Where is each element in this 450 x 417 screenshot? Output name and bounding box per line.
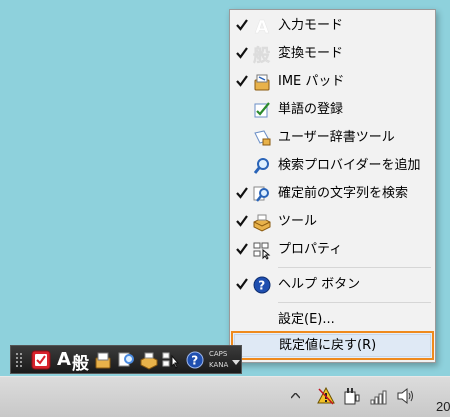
taskbar: 20: [0, 376, 450, 417]
kana-indicator: KANA: [209, 361, 229, 369]
svg-text:A: A: [255, 17, 269, 36]
checkmark-icon: [236, 75, 248, 87]
word-register-icon: [254, 102, 270, 118]
show-hidden-icons-chevron-icon[interactable]: [291, 393, 300, 399]
properties-icon: [253, 242, 271, 260]
checkmark-icon: [236, 187, 248, 199]
menu-item-label: ヘルプ ボタン: [278, 277, 361, 292]
menu-item-label: 確定前の文字列を検索: [278, 186, 409, 201]
help-icon[interactable]: ?: [185, 350, 205, 370]
search-string-icon: [253, 186, 269, 202]
menu-item-conversion-mode[interactable]: 般 変換モード: [230, 40, 435, 68]
ime-context-menu: A 入力モード 般 変換モード IME パッド 単語の登録 ユーザー辞書ツール …: [229, 9, 436, 363]
menu-item-user-dictionary[interactable]: ユーザー辞書ツール: [230, 124, 435, 152]
options-arrow-icon[interactable]: [232, 360, 240, 366]
volume-speaker-icon[interactable]: [396, 387, 416, 405]
checkmark-icon: [236, 215, 248, 227]
power-plug-icon[interactable]: [342, 387, 360, 405]
ime-app-icon[interactable]: [31, 350, 51, 370]
warning-flag-icon[interactable]: [317, 387, 335, 405]
menu-item-restore-defaults[interactable]: 既定値に戻す(R): [231, 331, 434, 360]
ime-pad-icon[interactable]: [93, 350, 113, 370]
conversion-mode-icon: 般: [253, 45, 271, 64]
input-mode-indicator[interactable]: A: [57, 349, 71, 370]
tool-icon: [253, 214, 271, 232]
menu-item-add-search-provider[interactable]: 検索プロバイダーを追加: [230, 152, 435, 180]
menu-item-label: IME パッド: [278, 74, 345, 89]
search-string-icon[interactable]: [117, 350, 137, 370]
ime-language-bar: A 般 ? CAPS KANA: [10, 345, 242, 374]
menu-item-tool[interactable]: ツール: [230, 208, 435, 236]
checkmark-icon: [236, 243, 248, 255]
menu-item-word-register[interactable]: 単語の登録: [230, 96, 435, 124]
menu-separator: [278, 267, 431, 268]
menu-item-label: ユーザー辞書ツール: [278, 130, 395, 145]
network-signal-icon[interactable]: [369, 387, 387, 405]
checkmark-icon: [236, 278, 248, 290]
menu-item-settings[interactable]: 設定(E)...: [230, 306, 435, 334]
search-provider-icon: [253, 158, 269, 174]
menu-item-help-button[interactable]: ? ヘルプ ボタン: [230, 271, 435, 299]
menu-item-ime-pad[interactable]: IME パッド: [230, 68, 435, 96]
svg-text:?: ?: [191, 354, 198, 368]
menu-item-label: 検索プロバイダーを追加: [278, 158, 421, 173]
menu-item-label: 単語の登録: [278, 102, 344, 117]
menu-item-label: プロパティ: [278, 242, 343, 257]
menu-item-search-string[interactable]: 確定前の文字列を検索: [230, 180, 435, 208]
properties-icon[interactable]: [161, 350, 181, 370]
clock-text[interactable]: 20: [436, 399, 450, 414]
svg-text:般: 般: [253, 45, 270, 64]
menu-item-input-mode[interactable]: A 入力モード: [230, 12, 435, 40]
menu-item-label: 設定(E)...: [278, 312, 335, 327]
menu-item-label: ツール: [278, 214, 318, 229]
tool-icon[interactable]: [139, 350, 159, 370]
menu-item-label: 変換モード: [278, 46, 344, 61]
menu-item-label: 既定値に戻す(R): [279, 338, 377, 353]
conversion-mode-indicator[interactable]: 般: [72, 349, 89, 374]
checkmark-icon: [236, 19, 248, 31]
menu-separator: [278, 302, 431, 303]
user-dictionary-icon: [254, 130, 271, 146]
menu-item-label: 入力モード: [278, 18, 344, 33]
ime-pad-icon: [254, 74, 270, 91]
input-mode-a-icon: A: [255, 17, 270, 36]
checkmark-icon: [236, 47, 248, 59]
help-icon: ?: [253, 276, 271, 294]
caps-indicator: CAPS: [209, 350, 228, 358]
grip-handle-icon[interactable]: [15, 350, 25, 370]
menu-item-properties[interactable]: プロパティ: [230, 236, 435, 264]
svg-text:?: ?: [258, 279, 265, 293]
